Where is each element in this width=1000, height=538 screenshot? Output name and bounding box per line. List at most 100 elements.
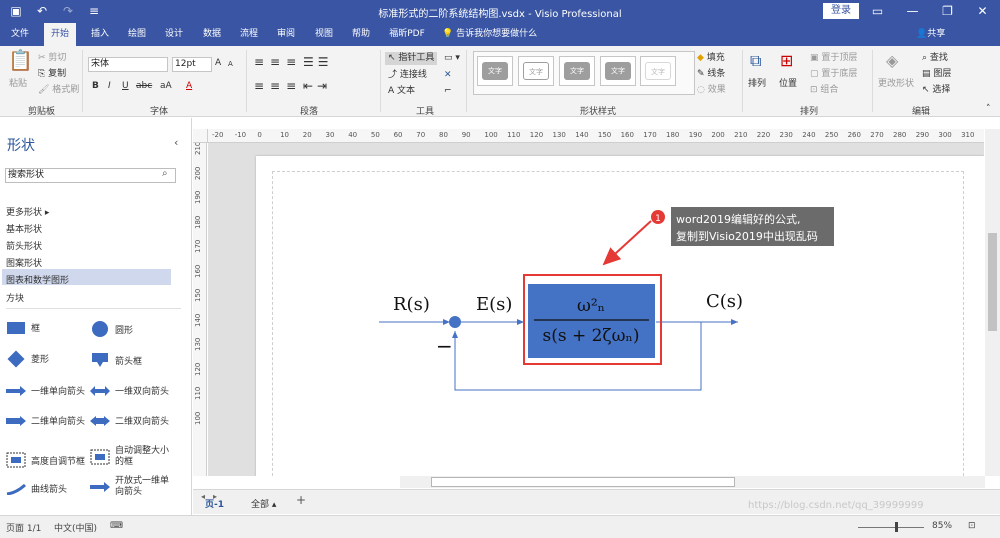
group-button[interactable]: ⊡ 组合 — [810, 84, 838, 97]
pointer-tool-button[interactable]: ↖ 指针工具 — [385, 52, 438, 65]
collapse-ribbon-icon[interactable]: ˄ — [986, 103, 991, 116]
rectangle-tool-icon[interactable]: ▭ ▾ — [444, 52, 460, 65]
arrange-icon[interactable]: ⧉ — [750, 53, 761, 69]
arrange-button[interactable]: 排列 — [748, 78, 766, 91]
shrink-font-button[interactable]: A — [228, 58, 233, 71]
shape-auto-height-box[interactable]: 高度自调节框 — [6, 452, 85, 468]
collapse-pane-icon[interactable]: ‹ — [174, 136, 178, 149]
style-tile[interactable]: 文字 — [640, 56, 676, 86]
vertical-align-icons[interactable]: ≡≡≡ — [254, 56, 302, 69]
close-icon[interactable]: ✕ — [965, 0, 1000, 23]
line-button[interactable]: ✎ 线条 — [697, 68, 725, 81]
stencil-more-shapes[interactable]: 更多形状 ▸ — [6, 205, 49, 218]
change-shape-button[interactable]: 更改形状 — [878, 78, 914, 91]
stencil-blocks[interactable]: 方块 — [6, 291, 24, 304]
macro-icon[interactable]: ⌨ — [110, 521, 123, 531]
shape-arrow-2d[interactable]: 二维单向箭头 — [6, 414, 85, 427]
cut-button[interactable]: ✂ 剪切 — [38, 52, 66, 65]
find-button[interactable]: ⌕ 查找 — [922, 52, 948, 65]
position-button[interactable]: 位置 — [779, 78, 797, 91]
watermark: https://blog.csdn.net/qq_39999999 — [748, 500, 924, 511]
vertical-scroll-thumb[interactable] — [988, 233, 997, 331]
search-icon[interactable]: ⌕ — [162, 168, 168, 179]
zoom-slider[interactable] — [858, 527, 924, 528]
page-indicator[interactable]: 页面 1/1 — [6, 521, 41, 534]
shape-open-arrow[interactable]: 开放式一维单向箭头 — [90, 476, 185, 498]
tab-review[interactable]: 审阅 — [270, 23, 302, 46]
stencil-pattern-shapes[interactable]: 图案形状 — [6, 256, 42, 269]
shape-circle[interactable]: 圆形 — [90, 321, 133, 337]
change-case-button[interactable]: aA — [160, 80, 172, 93]
shape-curved-arrow[interactable]: 曲线箭头 — [6, 482, 67, 495]
fit-page-icon[interactable]: ⊡ — [968, 521, 976, 531]
indent-icons[interactable]: ⇤⇥ — [303, 80, 331, 93]
language-indicator[interactable]: 中文(中国) — [54, 521, 97, 534]
tab-help[interactable]: 帮助 — [345, 23, 377, 46]
shape-arrow-1d-double[interactable]: 一维双向箭头 — [90, 384, 169, 397]
paste-button[interactable]: 粘贴 — [9, 78, 27, 91]
shape-arrow-box[interactable]: 箭头框 — [90, 352, 142, 368]
tab-data[interactable]: 数据 — [196, 23, 228, 46]
minimize-icon[interactable]: — — [895, 0, 930, 23]
fill-button[interactable]: ◆ 填充 — [697, 52, 725, 65]
share-button[interactable]: 👤共享 — [916, 23, 945, 46]
tab-foxit-pdf[interactable]: 福昕PDF — [384, 23, 430, 46]
tab-insert[interactable]: 插入 — [84, 23, 116, 46]
tab-file[interactable]: 文件 — [4, 23, 36, 46]
add-page-button[interactable]: + — [296, 493, 306, 507]
change-shape-icon[interactable]: ◈ — [886, 53, 898, 69]
strikethrough-button[interactable]: abc — [136, 80, 152, 93]
style-tile[interactable]: 文字 — [477, 56, 513, 86]
zoom-slider-thumb[interactable] — [895, 522, 898, 532]
tab-home[interactable]: 开始 — [44, 23, 76, 46]
list-icons[interactable]: ☰☰ — [303, 56, 333, 69]
shape-box[interactable]: 框 — [6, 321, 40, 334]
tab-view[interactable]: 视图 — [308, 23, 340, 46]
stencil-basic-shapes[interactable]: 基本形状 — [6, 222, 42, 235]
shape-arrow-2d-double[interactable]: 二维双向箭头 — [90, 414, 169, 427]
style-tile[interactable]: 文字 — [518, 56, 554, 86]
style-tile[interactable]: 文字 — [600, 56, 636, 86]
font-color-button[interactable]: A — [186, 80, 192, 93]
stencil-arrow-shapes[interactable]: 箭头形状 — [6, 239, 42, 252]
send-to-back-button[interactable]: ▢ 置于底层 — [810, 68, 857, 81]
horizontal-scroll-thumb[interactable] — [431, 477, 735, 487]
italic-button[interactable]: I — [108, 80, 111, 93]
stencil-charts-math[interactable]: 图表和数学图形 — [6, 273, 69, 286]
bring-to-front-button[interactable]: ▣ 置于顶层 — [810, 52, 857, 65]
shape-search-input[interactable]: 搜索形状 — [5, 168, 176, 183]
zoom-level[interactable]: 85% — [932, 521, 952, 531]
close-tool-icon[interactable]: ✕ — [444, 69, 452, 82]
page-tab-1[interactable]: 页-1 — [205, 497, 224, 510]
tab-design[interactable]: 设计 — [158, 23, 190, 46]
font-size-select[interactable]: 12pt — [172, 57, 212, 72]
paste-icon[interactable]: 📋 — [8, 50, 33, 70]
font-family-select[interactable]: 宋体 — [88, 57, 168, 72]
copy-button[interactable]: ⎘ 复制 — [38, 68, 66, 81]
style-tile[interactable]: 文字 — [559, 56, 595, 86]
summing-junction[interactable] — [449, 316, 461, 328]
bold-button[interactable]: B — [92, 80, 99, 93]
position-icon[interactable]: ⊞ — [780, 53, 793, 69]
horizontal-align-icons[interactable]: ≡≡≡ — [254, 80, 302, 93]
restore-icon[interactable]: ❐ — [930, 0, 965, 23]
select-button[interactable]: ↖ 选择 — [922, 84, 950, 97]
format-painter-button[interactable]: 🖌 格式刷 — [38, 84, 79, 97]
drawing-canvas[interactable]: ω²ₙ s(s + 2ζωₙ) R(s) E(s) C(s) − 1 word2… — [208, 143, 984, 476]
effects-button[interactable]: ◌ 效果 — [697, 84, 726, 97]
grow-font-button[interactable]: A — [215, 57, 221, 70]
text-tool-button[interactable]: A 文本 — [388, 85, 415, 98]
shape-auto-size-box[interactable]: 自动调整大小的框 — [90, 446, 185, 468]
tab-draw[interactable]: 绘图 — [121, 23, 153, 46]
ribbon-display-icon[interactable]: ▭ — [860, 0, 895, 23]
connector-button[interactable]: ⤴ 连接线 — [388, 69, 427, 82]
layers-button[interactable]: ▤ 图层 — [922, 68, 951, 81]
login-button[interactable]: 登录 — [823, 3, 859, 19]
all-pages-button[interactable]: 全部 ▴ — [251, 497, 276, 510]
underline-button[interactable]: U — [122, 80, 129, 93]
shape-diamond[interactable]: 菱形 — [6, 350, 49, 367]
crop-tool-icon[interactable]: ⌐ — [444, 85, 452, 98]
tab-process[interactable]: 流程 — [233, 23, 265, 46]
shape-arrow-1d[interactable]: 一维单向箭头 — [6, 384, 85, 397]
tell-me-box[interactable]: 💡 告诉我你想要做什么 — [442, 23, 537, 46]
